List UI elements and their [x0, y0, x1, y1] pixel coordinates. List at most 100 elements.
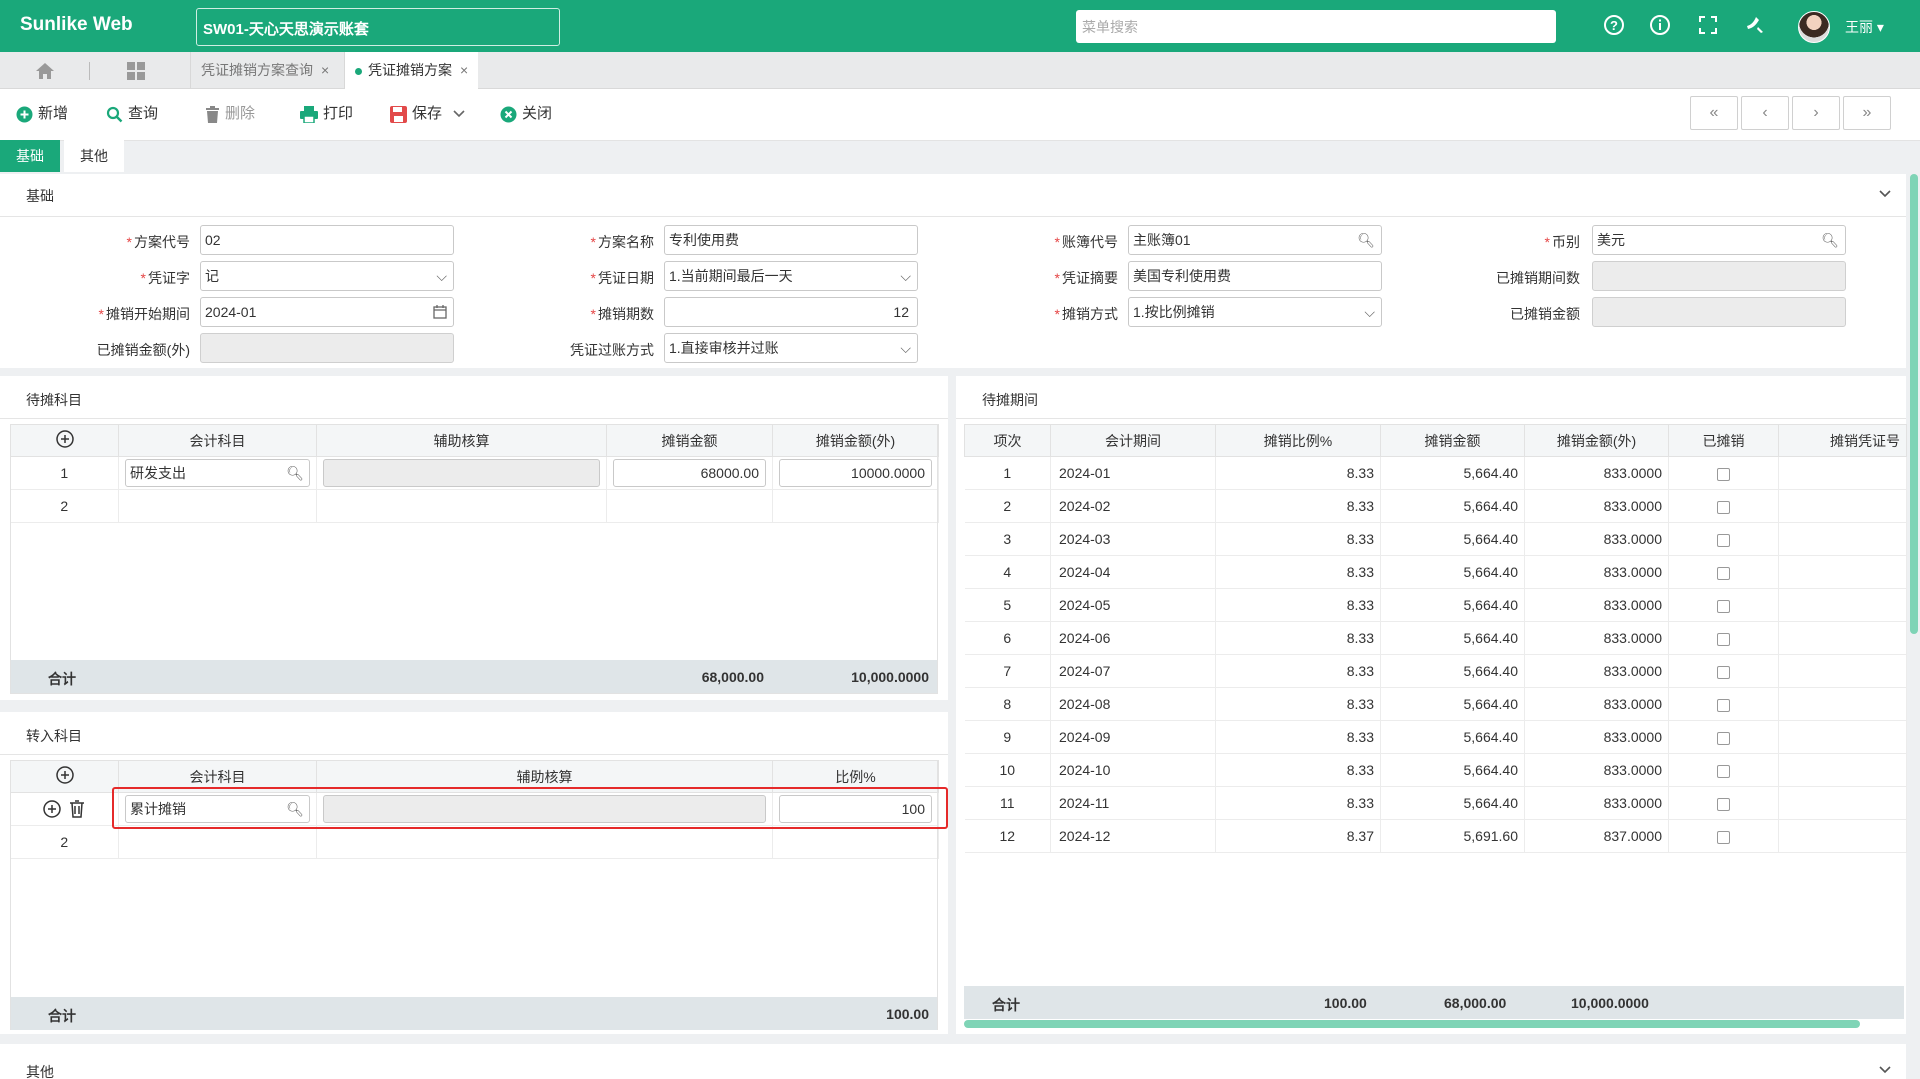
- amortized-checkbox[interactable]: [1717, 731, 1730, 745]
- print-button[interactable]: 打印: [300, 100, 353, 128]
- new-button[interactable]: 新增: [16, 100, 68, 128]
- start-period-field[interactable]: 2024-01: [200, 297, 454, 327]
- amount-fx-cell: 833.0000: [1524, 456, 1669, 490]
- method-label: * 摊销方式: [1054, 306, 1118, 322]
- table-row[interactable]: 8 2024-08 8.33 5,664.40 833.0000: [964, 687, 1907, 721]
- last-record-button[interactable]: »: [1843, 96, 1891, 130]
- search-icon[interactable]: 🔍︎: [1821, 226, 1839, 254]
- amortized-checkbox[interactable]: [1717, 599, 1730, 613]
- amortized-checkbox[interactable]: [1717, 467, 1730, 481]
- table-row[interactable]: 6 2024-06 8.33 5,664.40 833.0000: [964, 621, 1907, 655]
- amortized-checkbox[interactable]: [1717, 500, 1730, 514]
- periods-count-label: * 摊销期数: [590, 306, 654, 322]
- total-amount-fx: 10,000.0000: [1571, 995, 1649, 1011]
- prev-record-button[interactable]: ‹: [1741, 96, 1789, 130]
- amount-fx-cell: 833.0000: [1524, 588, 1669, 622]
- voucher-date-select[interactable]: 1.当前期间最后一天 ⌵: [664, 261, 918, 291]
- avatar[interactable]: [1798, 11, 1830, 43]
- scheme-code-field[interactable]: 02: [200, 225, 454, 255]
- first-record-button[interactable]: «: [1690, 96, 1738, 130]
- close-label: 关闭: [522, 105, 553, 122]
- info-icon[interactable]: [1648, 14, 1672, 38]
- divider: [956, 418, 1906, 419]
- amount-cell: 5,664.40: [1380, 720, 1525, 754]
- query-button[interactable]: 查询: [106, 100, 158, 128]
- account-selector[interactable]: SW01-天心天思演示账套: [196, 8, 560, 46]
- calendar-icon[interactable]: [433, 298, 447, 326]
- ratio-cell: 8.33: [1215, 555, 1381, 589]
- book-code-field[interactable]: 主账簿01 🔍︎: [1128, 225, 1382, 255]
- search-icon[interactable]: 🔍︎: [1357, 226, 1375, 254]
- voucher-word-select[interactable]: 记 ⌵: [200, 261, 454, 291]
- close-button[interactable]: 关闭: [500, 100, 552, 128]
- section-title: 基础: [26, 188, 54, 204]
- table-row[interactable]: 1 2024-01 8.33 5,664.40 833.0000: [964, 456, 1907, 490]
- col-header: 已摊销: [1668, 424, 1779, 457]
- amortized-amount-fx-field: [200, 333, 454, 363]
- table-row[interactable]: 7 2024-07 8.33 5,664.40 833.0000: [964, 654, 1907, 688]
- amount-cell: 5,664.40: [1380, 588, 1525, 622]
- amount-fx-cell: 833.0000: [1524, 621, 1669, 655]
- table-row[interactable]: 3 2024-03 8.33 5,664.40 833.0000: [964, 522, 1907, 556]
- divider: [0, 418, 948, 419]
- home-icon[interactable]: [15, 52, 75, 89]
- tab-scheme-query[interactable]: 凭证摊销方案查询 ×: [190, 52, 339, 89]
- amortized-checkbox[interactable]: [1717, 830, 1730, 844]
- table-row[interactable]: 2 2024-02 8.33 5,664.40 833.0000: [964, 489, 1907, 523]
- help-icon[interactable]: ?: [1602, 14, 1626, 38]
- print-label: 打印: [323, 105, 354, 122]
- amortized-checkbox[interactable]: [1717, 698, 1730, 712]
- user-menu[interactable]: 王丽 ▾: [1845, 17, 1884, 37]
- posting-method-select[interactable]: 1.直接审核并过账 ⌵: [664, 333, 918, 363]
- period-cell: 2024-07: [1050, 654, 1216, 688]
- row-number: 9: [964, 720, 1051, 754]
- save-button[interactable]: 保存: [390, 100, 442, 128]
- vertical-scrollbar[interactable]: [1910, 174, 1918, 634]
- amortized-checkbox[interactable]: [1717, 764, 1730, 778]
- row-number: 12: [964, 819, 1051, 853]
- tab-label: 凭证摊销方案查询: [201, 62, 313, 78]
- period-cell: 2024-08: [1050, 687, 1216, 721]
- periods-count-field[interactable]: 12: [664, 297, 918, 327]
- next-record-button[interactable]: ›: [1792, 96, 1840, 130]
- delete-button[interactable]: 删除: [205, 100, 255, 128]
- amount-fx-cell: 833.0000: [1524, 753, 1669, 787]
- table-row[interactable]: 10 2024-10 8.33 5,664.40 833.0000: [964, 753, 1907, 787]
- amortized-checkbox[interactable]: [1717, 665, 1730, 679]
- amortized-checkbox[interactable]: [1717, 533, 1730, 547]
- currency-field[interactable]: 美元 🔍︎: [1592, 225, 1846, 255]
- save-dropdown[interactable]: [453, 100, 465, 128]
- amortized-checkbox[interactable]: [1717, 797, 1730, 811]
- total-amount-fx: 10,000.0000: [851, 669, 929, 685]
- ratio-cell: 8.33: [1215, 489, 1381, 523]
- table-row[interactable]: 9 2024-09 8.33 5,664.40 833.0000: [964, 720, 1907, 754]
- voucher-summary-field[interactable]: 美国专利使用费: [1128, 261, 1382, 291]
- chevron-down-icon[interactable]: [1878, 1062, 1892, 1078]
- amortized-checkbox-cell: [1668, 753, 1779, 787]
- table-row[interactable]: 5 2024-05 8.33 5,664.40 833.0000: [964, 588, 1907, 622]
- table-row[interactable]: 4 2024-04 8.33 5,664.40 833.0000: [964, 555, 1907, 589]
- amortized-checkbox[interactable]: [1717, 566, 1730, 580]
- menu-search-input[interactable]: [1076, 10, 1556, 43]
- close-icon[interactable]: ×: [321, 62, 329, 78]
- theme-icon[interactable]: [1743, 14, 1767, 38]
- scheme-name-field[interactable]: 专利使用费: [664, 225, 918, 255]
- tab-scheme[interactable]: 凭证摊销方案 ×: [344, 52, 479, 89]
- method-select[interactable]: 1.按比例摊销 ⌵: [1128, 297, 1382, 327]
- table-row[interactable]: 11 2024-11 8.33 5,664.40 833.0000: [964, 786, 1907, 820]
- divider: [0, 216, 1906, 217]
- highlight-box: [112, 787, 948, 829]
- amortized-checkbox[interactable]: [1717, 632, 1730, 646]
- tab-basic[interactable]: 基础: [0, 140, 60, 172]
- horizontal-scrollbar[interactable]: [964, 1020, 1860, 1028]
- chevron-down-icon[interactable]: [1878, 186, 1892, 202]
- voucher-date-value: 1.当前期间最后一天: [669, 268, 793, 284]
- section-title: 待摊科目: [26, 392, 82, 408]
- fullscreen-icon[interactable]: [1696, 14, 1720, 38]
- close-icon[interactable]: ×: [460, 62, 468, 78]
- apps-grid-icon[interactable]: [106, 52, 166, 89]
- tab-other[interactable]: 其他: [64, 140, 124, 172]
- table-row[interactable]: 12 2024-12 8.37 5,691.60 837.0000: [964, 819, 1907, 853]
- voucher-no-cell: [1778, 687, 1907, 721]
- voucher-word-value: 记: [205, 268, 219, 284]
